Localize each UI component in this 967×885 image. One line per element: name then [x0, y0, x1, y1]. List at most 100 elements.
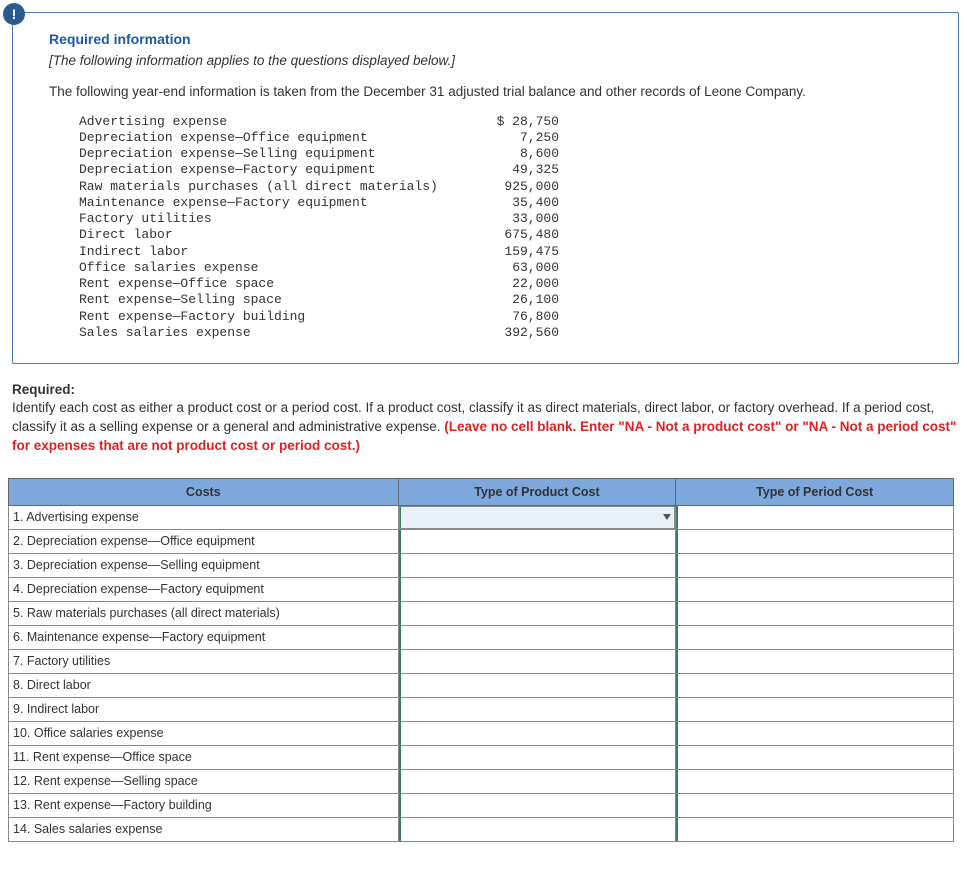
- dropdown-inner[interactable]: [676, 770, 953, 793]
- period-cost-dropdown[interactable]: [676, 625, 954, 649]
- required-heading: Required:: [12, 382, 959, 397]
- trial-row: Advertising expense$ 28,750: [79, 114, 930, 130]
- period-cost-dropdown[interactable]: [676, 601, 954, 625]
- dropdown-inner[interactable]: [399, 554, 676, 577]
- period-cost-dropdown[interactable]: [676, 721, 954, 745]
- trial-row: Depreciation expense—Factory equipment49…: [79, 162, 930, 178]
- trial-balance-table: Advertising expense$ 28,750Depreciation …: [49, 114, 930, 342]
- product-cost-dropdown[interactable]: [398, 769, 676, 793]
- dropdown-inner[interactable]: [399, 506, 676, 529]
- table-row: 5. Raw materials purchases (all direct m…: [9, 601, 954, 625]
- trial-row: Indirect labor159,475: [79, 244, 930, 260]
- period-cost-dropdown[interactable]: [676, 745, 954, 769]
- trial-label: Advertising expense: [79, 114, 469, 130]
- product-cost-dropdown[interactable]: [398, 745, 676, 769]
- period-cost-dropdown[interactable]: [676, 649, 954, 673]
- period-cost-dropdown[interactable]: [676, 673, 954, 697]
- trial-value: 76,800: [469, 309, 559, 325]
- cost-label-cell: 14. Sales salaries expense: [9, 817, 399, 841]
- trial-value: 63,000: [469, 260, 559, 276]
- period-cost-dropdown[interactable]: [676, 529, 954, 553]
- cost-label-cell: 9. Indirect labor: [9, 697, 399, 721]
- dropdown-inner[interactable]: [676, 674, 953, 697]
- dropdown-inner[interactable]: [399, 530, 676, 553]
- trial-row: Depreciation expense—Selling equipment8,…: [79, 146, 930, 162]
- dropdown-inner[interactable]: [399, 578, 676, 601]
- header-costs: Costs: [9, 478, 399, 505]
- product-cost-dropdown[interactable]: [398, 529, 676, 553]
- trial-value: 33,000: [469, 211, 559, 227]
- period-cost-dropdown[interactable]: [676, 505, 954, 529]
- dropdown-inner[interactable]: [676, 698, 953, 721]
- product-cost-dropdown[interactable]: [398, 793, 676, 817]
- product-cost-dropdown[interactable]: [398, 673, 676, 697]
- table-row: 6. Maintenance expense—Factory equipment: [9, 625, 954, 649]
- cost-label-cell: 3. Depreciation expense—Selling equipmen…: [9, 553, 399, 577]
- period-cost-dropdown[interactable]: [676, 817, 954, 841]
- trial-row: Raw materials purchases (all direct mate…: [79, 179, 930, 195]
- product-cost-dropdown[interactable]: [398, 505, 676, 529]
- required-info-box: ! Required information [The following in…: [12, 12, 959, 364]
- trial-row: Office salaries expense63,000: [79, 260, 930, 276]
- dropdown-inner[interactable]: [399, 770, 676, 793]
- dropdown-inner[interactable]: [676, 650, 953, 673]
- dropdown-inner[interactable]: [676, 746, 953, 769]
- trial-label: Rent expense—Selling space: [79, 292, 469, 308]
- period-cost-dropdown[interactable]: [676, 553, 954, 577]
- dropdown-inner[interactable]: [676, 530, 953, 553]
- product-cost-dropdown[interactable]: [398, 625, 676, 649]
- cost-label-cell: 8. Direct labor: [9, 673, 399, 697]
- product-cost-dropdown[interactable]: [398, 721, 676, 745]
- trial-row: Maintenance expense—Factory equipment35,…: [79, 195, 930, 211]
- cost-label-cell: 12. Rent expense—Selling space: [9, 769, 399, 793]
- trial-value: 26,100: [469, 292, 559, 308]
- cost-label-cell: 10. Office salaries expense: [9, 721, 399, 745]
- product-cost-dropdown[interactable]: [398, 577, 676, 601]
- dropdown-inner[interactable]: [399, 794, 676, 817]
- table-row: 1. Advertising expense: [9, 505, 954, 529]
- dropdown-inner[interactable]: [676, 626, 953, 649]
- trial-row: Sales salaries expense392,560: [79, 325, 930, 341]
- cost-label-cell: 5. Raw materials purchases (all direct m…: [9, 601, 399, 625]
- product-cost-dropdown[interactable]: [398, 817, 676, 841]
- period-cost-dropdown[interactable]: [676, 697, 954, 721]
- period-cost-dropdown[interactable]: [676, 577, 954, 601]
- trial-row: Rent expense—Selling space26,100: [79, 292, 930, 308]
- trial-label: Direct labor: [79, 227, 469, 243]
- dropdown-inner[interactable]: [676, 578, 953, 601]
- dropdown-inner[interactable]: [399, 722, 676, 745]
- trial-label: Indirect labor: [79, 244, 469, 260]
- product-cost-dropdown[interactable]: [398, 697, 676, 721]
- trial-value: 35,400: [469, 195, 559, 211]
- header-product-cost: Type of Product Cost: [398, 478, 676, 505]
- dropdown-inner[interactable]: [399, 698, 676, 721]
- trial-row: Direct labor675,480: [79, 227, 930, 243]
- dropdown-inner[interactable]: [676, 722, 953, 745]
- cost-label-cell: 7. Factory utilities: [9, 649, 399, 673]
- trial-value: 392,560: [469, 325, 559, 341]
- product-cost-dropdown[interactable]: [398, 601, 676, 625]
- table-row: 14. Sales salaries expense: [9, 817, 954, 841]
- dropdown-inner[interactable]: [399, 746, 676, 769]
- period-cost-dropdown[interactable]: [676, 793, 954, 817]
- table-row: 8. Direct labor: [9, 673, 954, 697]
- cost-label-cell: 2. Depreciation expense—Office equipment: [9, 529, 399, 553]
- dropdown-inner[interactable]: [676, 818, 953, 841]
- dropdown-inner[interactable]: [676, 506, 953, 529]
- product-cost-dropdown[interactable]: [398, 649, 676, 673]
- dropdown-inner[interactable]: [676, 602, 953, 625]
- dropdown-inner[interactable]: [676, 554, 953, 577]
- dropdown-inner[interactable]: [676, 794, 953, 817]
- period-cost-dropdown[interactable]: [676, 769, 954, 793]
- table-row: 3. Depreciation expense—Selling equipmen…: [9, 553, 954, 577]
- dropdown-inner[interactable]: [399, 626, 676, 649]
- trial-label: Depreciation expense—Selling equipment: [79, 146, 469, 162]
- dropdown-inner[interactable]: [399, 602, 676, 625]
- trial-label: Sales salaries expense: [79, 325, 469, 341]
- dropdown-inner[interactable]: [399, 674, 676, 697]
- trial-label: Depreciation expense—Office equipment: [79, 130, 469, 146]
- dropdown-inner[interactable]: [399, 650, 676, 673]
- trial-row: Factory utilities33,000: [79, 211, 930, 227]
- dropdown-inner[interactable]: [399, 818, 676, 841]
- product-cost-dropdown[interactable]: [398, 553, 676, 577]
